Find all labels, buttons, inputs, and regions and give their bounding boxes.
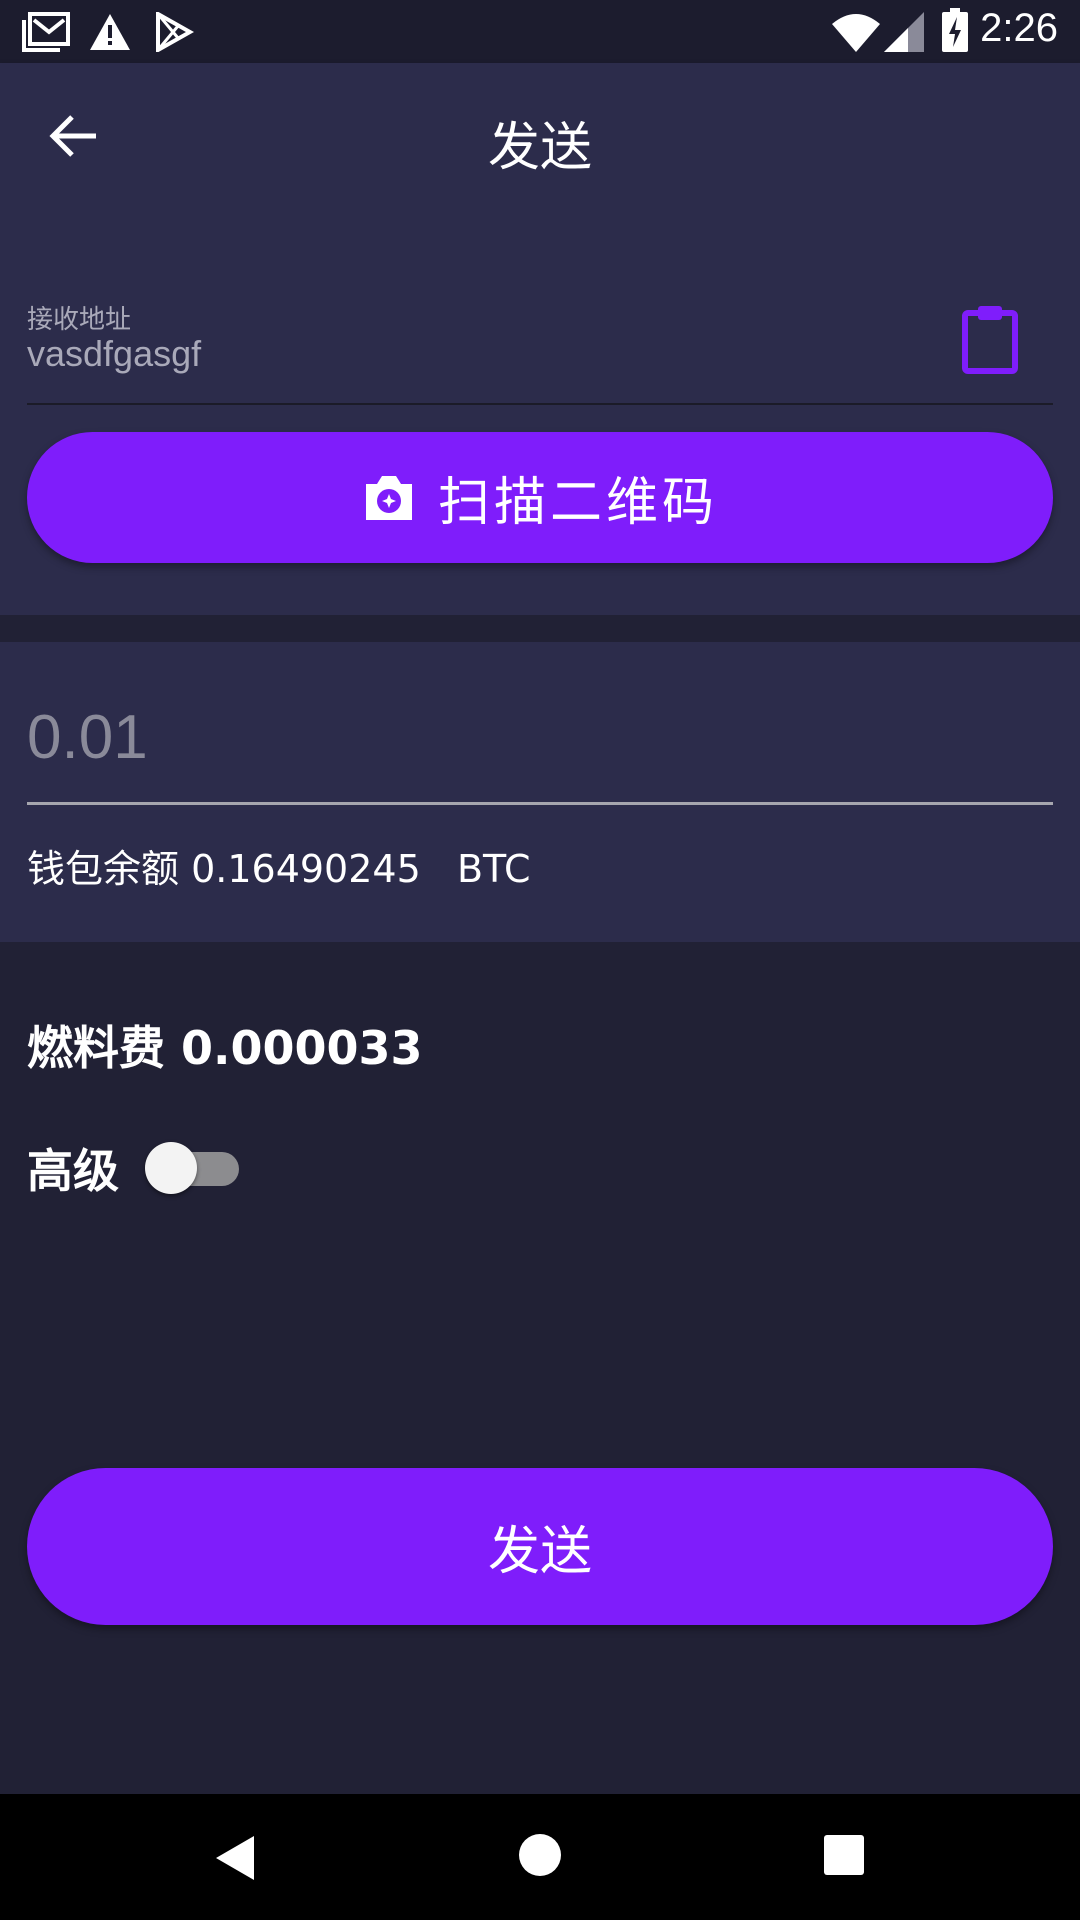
amount-underline (27, 802, 1053, 805)
network-fee: 燃料费 0.000033 (27, 1021, 423, 1075)
advanced-toggle[interactable] (145, 1142, 241, 1194)
mail-icon (22, 12, 70, 52)
address-underline (27, 403, 1053, 405)
page-title: 发送 (487, 118, 592, 178)
advanced-row: 高级 (27, 1138, 241, 1198)
send-button-label: 发送 (487, 1522, 592, 1582)
amount-card: 0.01 钱包余额 0.16490245 BTC (0, 642, 1080, 942)
amount-input[interactable]: 0.01 (27, 702, 148, 773)
scan-qr-label: 扫描二维码 (437, 473, 718, 533)
camera-icon (365, 475, 412, 520)
status-bar: 2:26 (0, 0, 1080, 63)
wifi-icon (832, 14, 880, 52)
play-store-icon (156, 12, 194, 52)
wallet-balance: 钱包余额 0.16490245 BTC (27, 847, 531, 891)
signal-icon (884, 12, 924, 52)
address-label: 接收地址 (27, 305, 132, 335)
nav-home-icon[interactable] (517, 1832, 563, 1878)
system-nav-bar (0, 1794, 1080, 1920)
send-button[interactable]: 发送 (27, 1468, 1053, 1625)
battery-charging-icon (942, 8, 968, 52)
warning-icon (90, 14, 130, 50)
nav-recents-icon[interactable] (823, 1834, 865, 1876)
nav-back-icon[interactable] (214, 1834, 258, 1882)
advanced-label: 高级 (27, 1144, 119, 1198)
address-input[interactable]: vasdfgasgf (27, 333, 201, 375)
section-divider (0, 615, 1080, 642)
app-bar: 发送 (0, 63, 1080, 209)
scan-qr-button[interactable]: 扫描二维码 (27, 432, 1053, 563)
status-time: 2:26 (980, 6, 1058, 50)
address-card: 接收地址 vasdfgasgf 扫描二维码 (0, 209, 1080, 615)
clipboard-icon[interactable] (960, 303, 1020, 375)
toggle-thumb (145, 1142, 197, 1194)
